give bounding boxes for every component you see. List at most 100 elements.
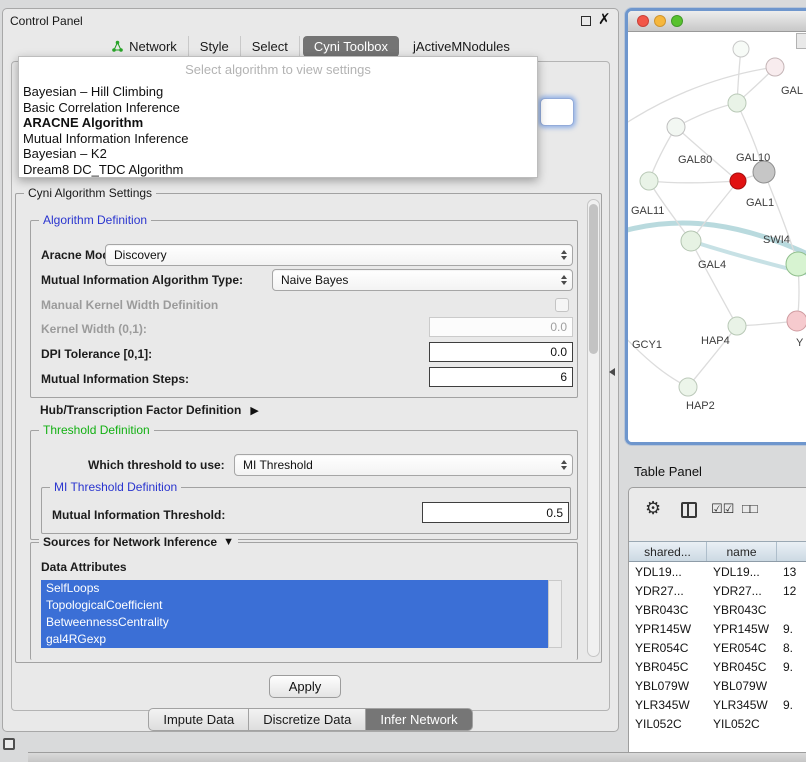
network-view-window: GAL80 GAL10 GAL11 GAL1 SWI4 GAL4 GCY1 HA…: [625, 8, 806, 445]
table-row[interactable]: YER054C YER054C 8.: [629, 638, 806, 657]
combo-arrows-icon: [561, 250, 567, 260]
network-node-label: GAL: [781, 85, 803, 97]
algorithm-option[interactable]: Mutual Information Inference: [19, 131, 537, 147]
mi-steps-field[interactable]: 6: [429, 367, 573, 387]
table-cell: YBR045C: [629, 657, 707, 676]
group-title: MI Threshold Definition: [50, 480, 181, 494]
tab-infer-network[interactable]: Infer Network: [366, 708, 472, 731]
network-node-label: GAL1: [746, 197, 774, 209]
algorithm-option[interactable]: Bayesian – Hill Climbing: [19, 84, 537, 100]
algorithm-option[interactable]: Basic Correlation Inference: [19, 100, 537, 116]
list-item-selected[interactable]: BetweennessCentrality: [41, 614, 548, 631]
network-node[interactable]: [787, 311, 806, 331]
select-all-rows-icon[interactable]: ☑☑: [711, 501, 734, 517]
minimize-traffic-light[interactable]: [654, 15, 666, 27]
column-header[interactable]: [777, 542, 806, 561]
tab-select[interactable]: Select: [241, 36, 300, 57]
tab-label: Style: [200, 39, 229, 54]
table-row[interactable]: YDR27... YDR27... 12: [629, 581, 806, 600]
group-title-text: Sources for Network Inference: [43, 535, 217, 549]
table-row[interactable]: YIL052C YIL052C: [629, 714, 806, 733]
table-cell: [777, 714, 806, 733]
table-row[interactable]: YBR045C YBR045C 9.: [629, 657, 806, 676]
network-canvas[interactable]: GAL80 GAL10 GAL11 GAL1 SWI4 GAL4 GCY1 HA…: [628, 32, 806, 442]
network-node[interactable]: [786, 252, 806, 276]
network-node[interactable]: [753, 161, 775, 183]
dpi-tolerance-field[interactable]: 0.0: [429, 342, 573, 362]
close-traffic-light[interactable]: [637, 15, 649, 27]
table-cell: YBR043C: [629, 600, 707, 619]
float-window-icon[interactable]: [581, 16, 591, 26]
tab-cyni-toolbox[interactable]: Cyni Toolbox: [303, 36, 399, 57]
tab-discretize-data[interactable]: Discretize Data: [249, 708, 366, 731]
checked-box-icon: ☑: [711, 501, 723, 516]
network-node[interactable]: [733, 41, 749, 57]
tab-jactivemnodules[interactable]: jActiveMNodules: [402, 36, 521, 57]
list-item-selected[interactable]: gal4RGexp: [41, 631, 548, 648]
table-cell: YBL079W: [707, 676, 777, 695]
algorithm-definition-group: Algorithm Definition Aracne Mode: Discov…: [30, 220, 578, 398]
list-item-selected[interactable]: TopologicalCoefficient: [41, 597, 548, 614]
table-row[interactable]: YPR145W YPR145W 9.: [629, 619, 806, 638]
column-header[interactable]: name: [707, 542, 777, 561]
network-node[interactable]: [728, 94, 746, 112]
scrollbar-thumb[interactable]: [589, 204, 598, 354]
network-window-titlebar[interactable]: [628, 11, 806, 32]
table-cell: YDR27...: [629, 581, 707, 600]
algorithm-option[interactable]: Dream8 DC_TDC Algorithm: [19, 162, 537, 178]
focused-field[interactable]: [540, 98, 574, 126]
table-cell: YDR27...: [707, 581, 777, 600]
algorithm-option[interactable]: Bayesian – K2: [19, 146, 537, 162]
close-icon[interactable]: ✗: [598, 12, 611, 28]
zoom-traffic-light[interactable]: [671, 15, 683, 27]
tab-network[interactable]: Network: [100, 36, 189, 57]
column-header[interactable]: shared...: [629, 542, 707, 561]
network-node[interactable]: [681, 231, 701, 251]
table-row[interactable]: YLR345W YLR345W 9.: [629, 695, 806, 714]
network-node[interactable]: [728, 317, 746, 335]
manual-kernel-label: Manual Kernel Width Definition: [41, 298, 218, 312]
canvas-scrollbar-corner[interactable]: [796, 33, 806, 49]
tab-style[interactable]: Style: [189, 36, 241, 57]
network-node[interactable]: [667, 118, 685, 136]
field-value: 0.0: [550, 345, 567, 359]
network-node-selected[interactable]: [730, 173, 746, 189]
table-cell: [777, 600, 806, 619]
table-cell: YIL052C: [707, 714, 777, 733]
tab-impute-data[interactable]: Impute Data: [148, 708, 249, 731]
list-scrollbar[interactable]: [548, 580, 562, 648]
network-node[interactable]: [766, 58, 784, 76]
mi-threshold-label: Mutual Information Threshold:: [52, 508, 225, 522]
network-node[interactable]: [679, 378, 697, 396]
hub-definition-section[interactable]: Hub/Transcription Factor Definition ▶: [40, 403, 259, 417]
list-item-selected[interactable]: SelfLoops: [41, 580, 548, 597]
collapsed-triangle-icon[interactable]: ▶: [250, 404, 258, 417]
dock-panel-icon[interactable]: [3, 738, 15, 750]
data-attributes-label: Data Attributes: [41, 560, 127, 574]
select-columns-icon[interactable]: [681, 502, 697, 518]
mi-threshold-field[interactable]: 0.5: [422, 502, 569, 523]
table-cell: YDL19...: [629, 562, 707, 581]
group-title: Cyni Algorithm Settings: [24, 186, 156, 200]
tab-label: jActiveMNodules: [413, 39, 510, 54]
splitter-collapse-icon[interactable]: [609, 368, 615, 376]
settings-scrollbar[interactable]: [587, 199, 600, 657]
aracne-mode-select[interactable]: Discovery: [105, 244, 573, 266]
which-threshold-label: Which threshold to use:: [88, 458, 225, 472]
table-row[interactable]: YBL079W YBL079W: [629, 676, 806, 695]
kernel-width-label: Kernel Width (0,1):: [41, 322, 147, 336]
threshold-select[interactable]: MI Threshold: [234, 454, 573, 476]
table-row[interactable]: YBR043C YBR043C: [629, 600, 806, 619]
deselect-all-rows-icon[interactable]: □□: [742, 501, 758, 516]
table-row[interactable]: YDL19... YDL19... 13: [629, 562, 806, 581]
algorithm-option-selected[interactable]: ARACNE Algorithm: [19, 115, 537, 131]
mi-type-select[interactable]: Naive Bayes: [272, 269, 573, 291]
table-panel-window: ⚙ ☑☑ □□ shared... name YDL19... YDL19...…: [628, 487, 806, 762]
window-title: Control Panel: [10, 14, 83, 28]
table-cell: YLR345W: [629, 695, 707, 714]
network-node[interactable]: [640, 172, 658, 190]
apply-button[interactable]: Apply: [269, 675, 341, 698]
dpi-tolerance-label: DPI Tolerance [0,1]:: [41, 347, 152, 361]
gear-icon[interactable]: ⚙: [645, 498, 661, 519]
expanded-triangle-icon[interactable]: ▼: [223, 535, 234, 549]
